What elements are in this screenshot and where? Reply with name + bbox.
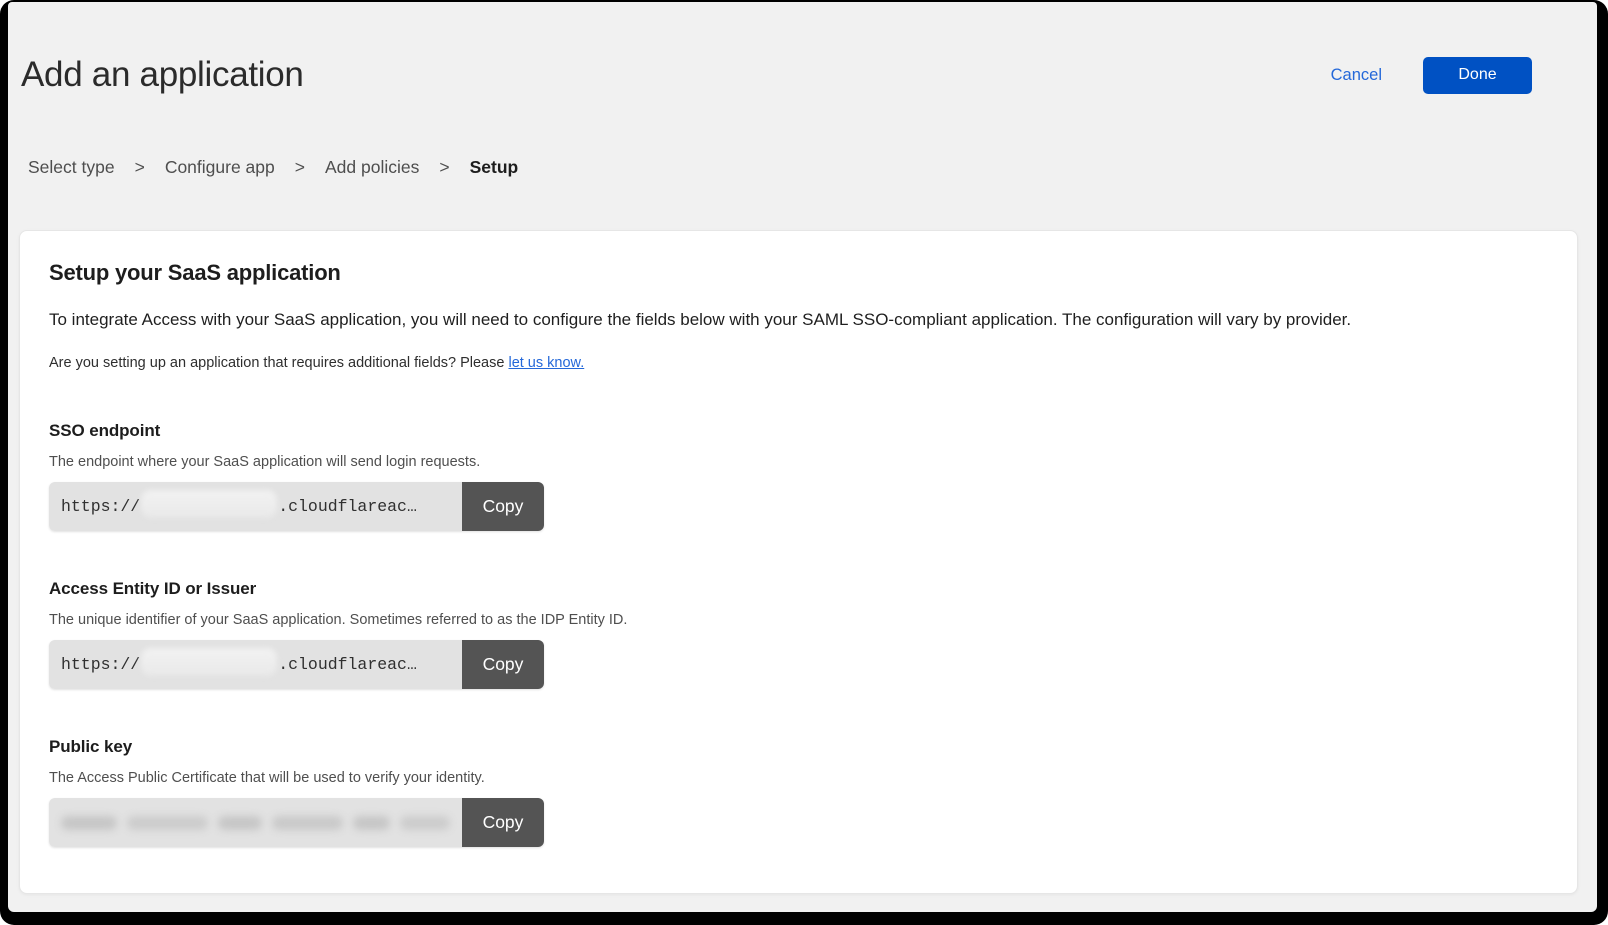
cancel-button[interactable]: Cancel <box>1331 66 1382 85</box>
field-sso-endpoint: SSO endpoint The endpoint where your Saa… <box>49 419 1537 531</box>
card-note-text: Are you setting up an application that r… <box>49 355 508 371</box>
access-entity-id-row: https:// .cloudflareac… Copy <box>49 640 544 689</box>
public-key-description: The Access Public Certificate that will … <box>49 769 1537 788</box>
sso-endpoint-value[interactable]: https:// .cloudflareac… <box>49 482 462 531</box>
sso-endpoint-copy-button[interactable]: Copy <box>462 482 544 531</box>
card-note: Are you setting up an application that r… <box>49 353 1537 373</box>
public-key-value[interactable] <box>49 798 462 847</box>
public-key-label: Public key <box>49 735 1537 759</box>
breadcrumb-step-configure-app[interactable]: Configure app <box>165 156 275 178</box>
public-key-row: Copy <box>49 798 544 847</box>
sso-endpoint-value-suffix: .cloudflareac… <box>278 497 417 516</box>
breadcrumb-step-setup: Setup <box>470 156 519 178</box>
breadcrumb-separator: > <box>135 156 145 178</box>
access-entity-id-value-suffix: .cloudflareac… <box>278 655 417 674</box>
redacted-text-blur <box>141 648 277 676</box>
access-entity-id-label: Access Entity ID or Issuer <box>49 577 1537 601</box>
field-public-key: Public key The Access Public Certificate… <box>49 735 1537 847</box>
page-title: Add an application <box>21 54 304 96</box>
header-actions: Cancel Done <box>1331 57 1532 94</box>
access-entity-id-value-prefix: https:// <box>61 655 140 674</box>
sso-endpoint-value-prefix: https:// <box>61 497 140 516</box>
redacted-text-blur <box>61 816 450 830</box>
public-key-copy-button[interactable]: Copy <box>462 798 544 847</box>
breadcrumb: Select type > Configure app > Add polici… <box>28 156 1597 178</box>
let-us-know-link[interactable]: let us know. <box>508 355 584 371</box>
card-intro-text: To integrate Access with your SaaS appli… <box>49 307 1537 333</box>
page-background: Add an application Cancel Done Select ty… <box>8 2 1597 912</box>
access-entity-id-description: The unique identifier of your SaaS appli… <box>49 611 1537 630</box>
field-access-entity-id: Access Entity ID or Issuer The unique id… <box>49 577 1537 689</box>
window-frame: Add an application Cancel Done Select ty… <box>0 0 1608 925</box>
page-header: Add an application Cancel Done <box>8 2 1597 96</box>
sso-endpoint-description: The endpoint where your SaaS application… <box>49 453 1537 472</box>
card-heading: Setup your SaaS application <box>49 259 1537 287</box>
sso-endpoint-row: https:// .cloudflareac… Copy <box>49 482 544 531</box>
access-entity-id-value[interactable]: https:// .cloudflareac… <box>49 640 462 689</box>
breadcrumb-step-select-type[interactable]: Select type <box>28 156 115 178</box>
access-entity-id-copy-button[interactable]: Copy <box>462 640 544 689</box>
redacted-text-blur <box>141 490 277 518</box>
breadcrumb-separator: > <box>295 156 305 178</box>
sso-endpoint-label: SSO endpoint <box>49 419 1537 443</box>
setup-saas-card: Setup your SaaS application To integrate… <box>19 230 1578 894</box>
done-button[interactable]: Done <box>1423 57 1532 94</box>
breadcrumb-step-add-policies[interactable]: Add policies <box>325 156 419 178</box>
breadcrumb-separator: > <box>439 156 449 178</box>
